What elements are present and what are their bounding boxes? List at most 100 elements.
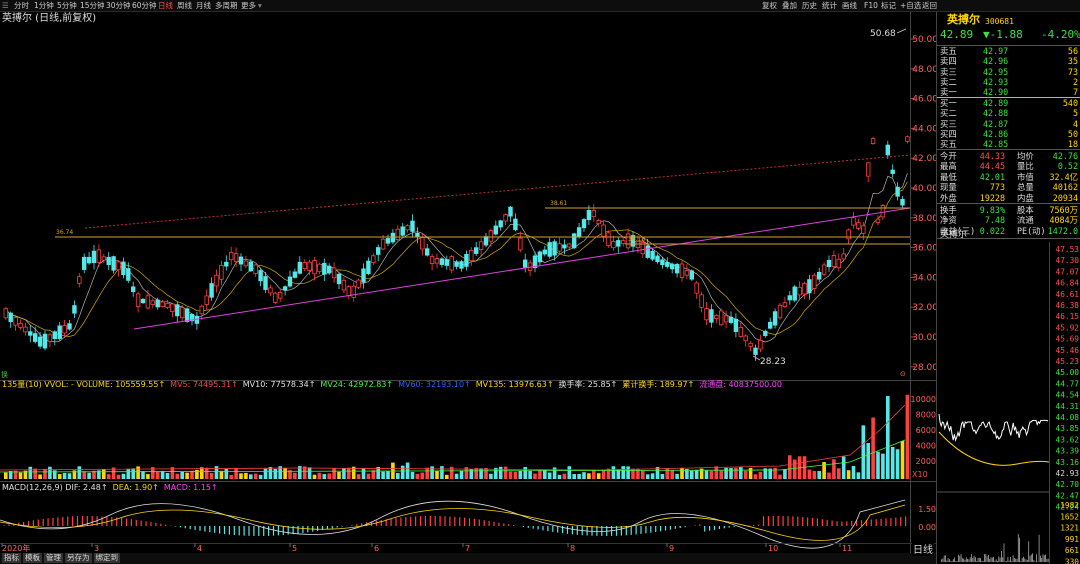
volume-bar [719, 470, 723, 479]
save-as-tab[interactable]: 另存为 [65, 553, 92, 563]
volume-ma-line [0, 404, 906, 471]
bid-level-row[interactable]: 买一 42.89 540 [937, 98, 1080, 108]
candle-body [846, 229, 851, 240]
stat-value: 40162 [1052, 182, 1078, 193]
volume-bar [165, 472, 170, 479]
intraday-price-label: 46.84 [1056, 279, 1080, 288]
candle-body [434, 258, 440, 264]
ask-level-row[interactable]: 卖四 42.96 35 [937, 56, 1080, 66]
price-axis-label: 44.00 [912, 124, 936, 134]
volume-bar [621, 466, 625, 479]
bid-level-row[interactable]: 买三 42.87 4 [937, 119, 1080, 129]
candle-body [37, 336, 43, 347]
level-price: 42.88 [983, 108, 1009, 119]
volume-bar [273, 468, 278, 479]
settings-corner-icon[interactable]: ⊙ [900, 370, 906, 378]
intraday-chart[interactable]: 47.53 47.30 47.07 46.84 46.61 46.38 46.15 45.92… [937, 242, 1080, 564]
price-axis-label: 28.00 [912, 363, 936, 373]
quote-title-row: 英搏尔 300681 [937, 14, 1080, 27]
candle-body [797, 286, 802, 296]
volume-bar [347, 467, 351, 479]
bid-level-row[interactable]: 买四 42.86 50 [937, 129, 1080, 139]
candle-body [709, 309, 714, 323]
price-axis-label: 30.00 [912, 333, 936, 343]
volume-bar [239, 473, 243, 479]
intraday-price-label: 44.08 [1056, 413, 1080, 422]
volume-header-item: 流通盘: 40837500.00 [699, 379, 782, 389]
candle-body [116, 261, 121, 271]
manage-tab[interactable]: 管理 [44, 553, 63, 563]
volume-bar [155, 471, 160, 479]
volume-bar [538, 469, 542, 479]
level-volume: 7 [1072, 87, 1078, 98]
volume-bar [890, 446, 895, 479]
volume-bar [792, 459, 797, 479]
ask-level-row[interactable]: 卖二 42.93 2 [937, 77, 1080, 87]
candle-body [498, 220, 503, 228]
upper-trendline-red-dashed[interactable] [84, 154, 911, 229]
candle-body [748, 342, 753, 347]
max-price-pointer [896, 28, 907, 34]
candle-body [851, 217, 856, 226]
divider [937, 203, 1080, 204]
intraday-price-label: 42.70 [1056, 480, 1080, 489]
stat-label: 内盘 [1017, 192, 1034, 203]
candle-body [547, 242, 552, 257]
level-label: 买四 [940, 128, 957, 139]
volume-bar [753, 474, 758, 479]
candle-body [292, 271, 298, 278]
candle-body [415, 232, 420, 237]
volume-bar [596, 473, 601, 479]
volume-bar [861, 425, 866, 479]
intraday-price-label: 45.23 [1056, 357, 1080, 366]
volume-bar [307, 467, 312, 479]
bind-to-tab[interactable]: 绑定到 [93, 553, 120, 563]
indicator-tab[interactable]: 指标 [2, 553, 21, 563]
ask-level-row[interactable]: 卖三 42.95 73 [937, 67, 1080, 77]
volume-axis-label: 10000 [911, 395, 936, 404]
volume-bar [841, 456, 846, 479]
candle-body [42, 333, 48, 349]
candle-body [841, 253, 846, 260]
price-axis-label: 32.00 [912, 303, 936, 313]
level-volume: 4 [1072, 118, 1078, 129]
volume-bar [748, 468, 753, 479]
candle-body [444, 259, 449, 266]
candle-body [645, 245, 650, 258]
ask-level-row[interactable]: 卖五 42.97 56 [937, 46, 1080, 56]
candle-body [322, 262, 327, 275]
volume-bar [337, 471, 341, 479]
template-tab[interactable]: 模板 [23, 553, 42, 563]
price-axis-label: 38.00 [912, 214, 936, 224]
volume-bar [126, 468, 131, 479]
candle-body [248, 261, 253, 272]
volume-bar [253, 473, 258, 479]
ask-level-row[interactable]: 卖一 42.90 7 [937, 87, 1080, 97]
volume-bar [523, 466, 527, 479]
candle-body [699, 294, 704, 308]
volume-bar [665, 468, 670, 479]
candle-body [317, 263, 322, 273]
candle-body [567, 243, 572, 248]
volume-bar [704, 470, 709, 479]
stat-label: 均价 [1017, 151, 1034, 161]
kline-chart-area[interactable]: 英搏尔 (日线,前复权) 36.74 38.61 36.18 50.68 28.… [0, 0, 936, 553]
bid-level-row[interactable]: 买五 42.85 18 [937, 139, 1080, 149]
volume-bar [518, 470, 523, 479]
candle-body [224, 261, 229, 267]
candle-body [900, 198, 905, 206]
stat-value: 44.33 [979, 151, 1005, 161]
stat-label: 现量 [940, 182, 957, 193]
candle-body [420, 237, 425, 250]
candle-body [890, 169, 895, 174]
period-toggle-button[interactable]: 日线 [912, 541, 934, 556]
volume-bar [788, 455, 792, 479]
intraday-price-label: 46.15 [1056, 312, 1080, 321]
volume-bar [670, 470, 674, 479]
volume-indicator-header: 135量(10) VVOL: - VOLUME: 105559.55↑ MV5: … [2, 379, 782, 389]
month-label: 7 [465, 544, 470, 553]
exchange-flag-label: 换 [1, 370, 8, 379]
bid-level-row[interactable]: 买二 42.88 5 [937, 108, 1080, 118]
stock-trading-window: ☰ 分时 1分钟 5分钟 15分钟 30分钟 60分钟 日线 周线 月线 多周期… [0, 0, 1080, 564]
candle-body [753, 347, 758, 355]
